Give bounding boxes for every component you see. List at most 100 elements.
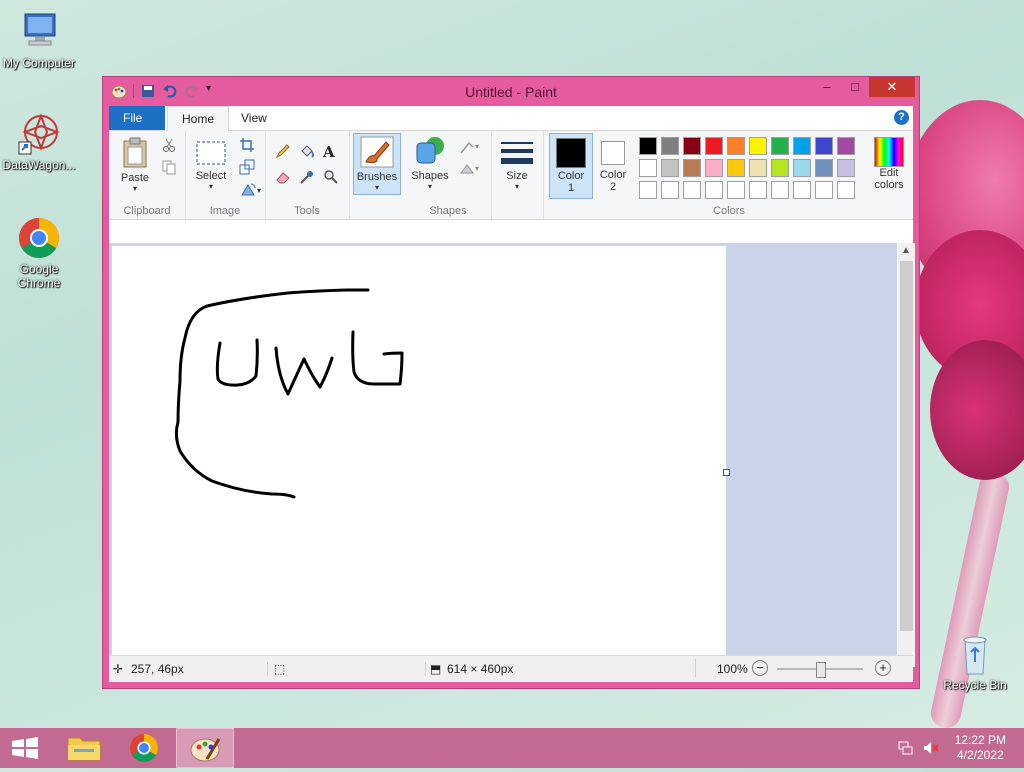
clock-time: 12:22 PM — [954, 733, 1006, 747]
palette-swatch[interactable] — [815, 181, 833, 199]
canvas-size-icon: ⬒ — [425, 662, 441, 676]
palette-swatch[interactable] — [683, 181, 701, 199]
status-divider — [695, 659, 696, 677]
magnifier-icon[interactable] — [323, 169, 339, 185]
scroll-up-icon[interactable]: ▲ — [901, 245, 911, 256]
group-brushes: Brushes ▾ — [349, 131, 405, 219]
help-icon[interactable]: ? — [894, 110, 909, 125]
palette-swatch[interactable] — [705, 137, 723, 155]
shapes-button[interactable]: Shapes ▾ — [409, 135, 451, 191]
palette-swatch[interactable] — [661, 181, 679, 199]
eraser-icon[interactable] — [275, 169, 291, 185]
palette-swatch[interactable] — [683, 159, 701, 177]
palette-swatch[interactable] — [815, 137, 833, 155]
copy-icon[interactable] — [161, 159, 177, 175]
select-button[interactable]: Select ▾ — [191, 139, 231, 191]
palette-swatch[interactable] — [705, 159, 723, 177]
chrome-taskbar-button[interactable] — [116, 728, 174, 768]
drawing-canvas[interactable] — [112, 246, 726, 667]
cut-icon[interactable] — [161, 137, 177, 153]
palette-swatch[interactable] — [815, 159, 833, 177]
pencil-icon[interactable] — [275, 143, 291, 159]
group-size[interactable]: Size ▾ — [491, 131, 544, 219]
color2-button[interactable]: Color 2 — [593, 133, 633, 197]
zoom-out-button[interactable]: − — [752, 660, 768, 676]
palette-swatch[interactable] — [705, 181, 723, 199]
tab-view[interactable]: View — [227, 106, 281, 130]
palette-swatch[interactable] — [749, 137, 767, 155]
desktop-icon-google-chrome[interactable]: Google Chrome — [0, 216, 78, 290]
paste-button[interactable]: Paste ▾ — [115, 137, 155, 193]
palette-swatch[interactable] — [639, 181, 657, 199]
svg-text:▾: ▾ — [257, 186, 261, 195]
desktop-icon-recycle-bin[interactable]: Recycle Bin — [936, 632, 1014, 692]
palette-swatch[interactable] — [683, 137, 701, 155]
group-tools: A Tools — [265, 131, 350, 219]
desktop-icon-datawagon[interactable]: DataWagon... — [0, 112, 78, 172]
vertical-scrollbar[interactable]: ▲ ▼ — [898, 243, 915, 667]
canvas-size: 614 × 460px — [447, 662, 514, 676]
ribbon-home: Paste ▾ Clipboard Select ▾ ▾ Image A Too… — [109, 131, 913, 220]
rotate-icon[interactable]: ▾ — [239, 181, 263, 197]
svg-text:▾: ▾ — [475, 142, 479, 151]
close-button[interactable]: ✕ — [869, 77, 915, 97]
paint-client-area: File Home View ? Paste ▾ Clipboard Selec… — [109, 106, 915, 682]
windows-logo-icon — [12, 737, 38, 759]
palette-swatch[interactable] — [749, 181, 767, 199]
palette-swatch[interactable] — [793, 137, 811, 155]
zoom-slider-thumb[interactable] — [816, 662, 826, 678]
resize-icon[interactable] — [239, 159, 255, 175]
window-controls: – □ ✕ — [813, 77, 915, 97]
color-picker-icon[interactable] — [299, 169, 315, 185]
palette-swatch[interactable] — [661, 137, 679, 155]
text-icon[interactable]: A — [323, 143, 339, 161]
minimize-button[interactable]: – — [813, 77, 841, 97]
desktop-icon-label: Recycle Bin — [943, 678, 1007, 692]
paint-taskbar-button[interactable] — [176, 728, 234, 768]
fill-shape-icon[interactable]: ▾ — [459, 161, 483, 177]
scrollbar-thumb[interactable] — [900, 261, 913, 631]
palette-swatch[interactable] — [749, 159, 767, 177]
color1-button[interactable]: Color 1 — [549, 133, 593, 199]
title-bar[interactable]: ▾ Untitled - Paint – □ ✕ — [103, 77, 919, 105]
canvas-resize-handle[interactable] — [723, 469, 730, 476]
paste-label: Paste — [120, 172, 150, 184]
outline-icon[interactable]: ▾ — [459, 139, 483, 155]
palette-swatch[interactable] — [837, 137, 855, 155]
zoom-slider[interactable] — [777, 662, 863, 678]
start-button[interactable] — [0, 728, 58, 768]
edit-colors-button[interactable]: Edit colors — [869, 137, 909, 191]
paint-icon — [190, 738, 221, 762]
file-explorer-taskbar-button[interactable] — [56, 728, 114, 768]
palette-swatch[interactable] — [727, 159, 745, 177]
recycle-bin-icon — [953, 632, 997, 676]
palette-swatch[interactable] — [771, 137, 789, 155]
group-shapes: Shapes ▾ ▾ ▾ Shapes — [405, 131, 492, 219]
palette-swatch[interactable] — [793, 159, 811, 177]
tab-home[interactable]: Home — [167, 106, 230, 131]
size-button[interactable]: Size ▾ — [497, 139, 537, 191]
palette-swatch[interactable] — [793, 181, 811, 199]
palette-swatch[interactable] — [771, 159, 789, 177]
ribbon-tabs: File Home View ? — [109, 106, 913, 131]
palette-swatch[interactable] — [771, 181, 789, 199]
volume-muted-icon[interactable] — [922, 740, 940, 759]
palette-swatch[interactable] — [837, 181, 855, 199]
palette-swatch[interactable] — [727, 137, 745, 155]
selection-size-icon: ⬚ — [267, 662, 285, 676]
palette-swatch[interactable] — [837, 159, 855, 177]
maximize-button[interactable]: □ — [841, 77, 869, 97]
brushes-button[interactable]: Brushes ▾ — [353, 133, 401, 195]
desktop-icon-my-computer[interactable]: My Computer — [0, 10, 78, 70]
palette-swatch[interactable] — [661, 159, 679, 177]
network-icon[interactable] — [898, 740, 914, 759]
tab-file[interactable]: File — [109, 106, 165, 130]
palette-swatch[interactable] — [639, 159, 657, 177]
palette-swatch[interactable] — [727, 181, 745, 199]
fill-icon[interactable] — [299, 143, 315, 159]
system-clock[interactable]: 12:22 PM 4/2/2022 — [955, 733, 1006, 763]
palette-swatch[interactable] — [639, 137, 657, 155]
brushes-label: Brushes — [356, 171, 398, 183]
crop-icon[interactable] — [239, 137, 255, 153]
zoom-in-button[interactable]: + — [875, 660, 891, 676]
